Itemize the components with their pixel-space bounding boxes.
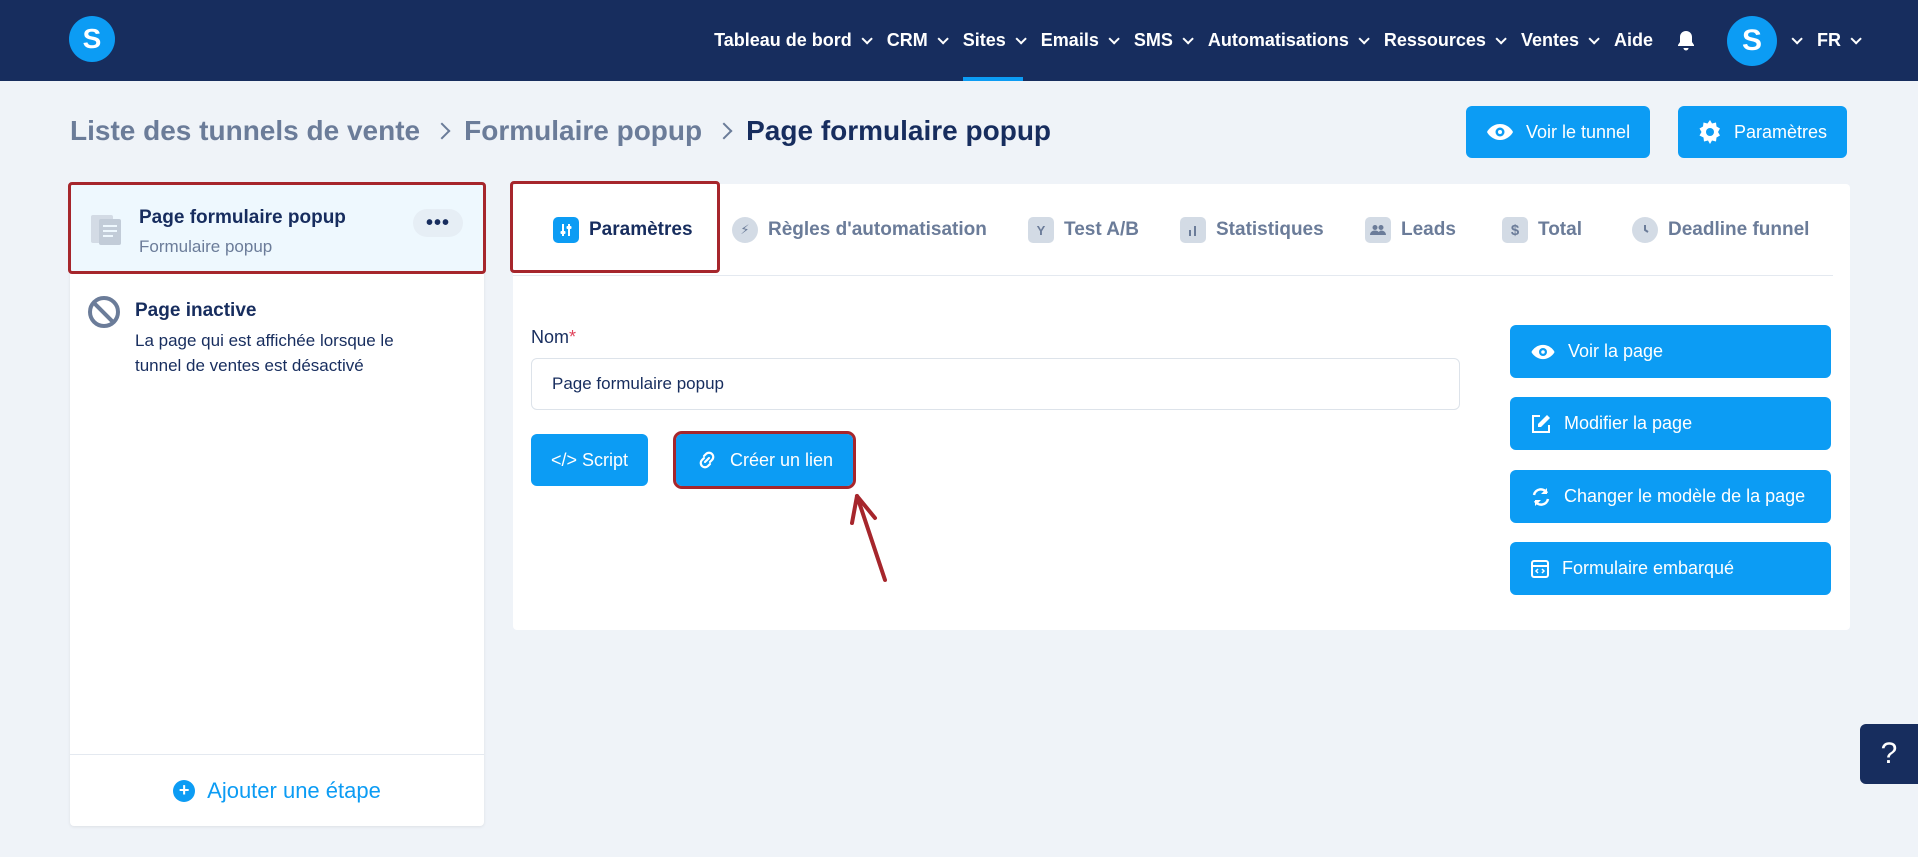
step-item-inactive[interactable]: Page inactive La page qui est affichée l…: [70, 296, 484, 396]
chevron-down-icon: [861, 32, 873, 45]
chevron-down-icon: [1358, 32, 1370, 45]
tab-leads[interactable]: Leads: [1365, 184, 1456, 276]
tab-bar: Paramètres ⚡ Règles d'automatisation Y T…: [510, 181, 1833, 276]
nav-menu: Tableau de bord CRM Sites Emails SMS Aut…: [696, 0, 1862, 81]
step-item-active[interactable]: Page formulaire popup Formulaire popup •…: [68, 182, 486, 274]
nav-item-help[interactable]: Aide: [1614, 0, 1653, 81]
edit-icon: [1532, 414, 1550, 433]
nav-item-sales[interactable]: Ventes: [1521, 0, 1600, 81]
name-input[interactable]: [531, 358, 1460, 410]
chevron-right-icon: [433, 122, 451, 140]
nav-item-sites[interactable]: Sites: [962, 0, 1027, 81]
chevron-down-icon: [1495, 32, 1507, 45]
refresh-icon: [1532, 487, 1550, 506]
funnel-steps-sidebar: Page formulaire popup Formulaire popup •…: [68, 182, 486, 826]
disabled-icon: [88, 296, 120, 328]
link-icon: [699, 451, 715, 469]
highlight-box: [510, 181, 720, 273]
code-window-icon: [1531, 559, 1549, 578]
bell-icon[interactable]: [1675, 30, 1697, 52]
dollar-icon: $: [1502, 217, 1528, 243]
tab-ab-test[interactable]: Y Test A/B: [1028, 184, 1139, 276]
page-icon: [91, 215, 121, 245]
breadcrumb: Liste des tunnels de vente Formulaire po…: [70, 115, 1051, 147]
add-step-button[interactable]: + Ajouter une étape: [70, 754, 484, 826]
step-title: Page formulaire popup: [139, 207, 346, 228]
chevron-down-icon: [1182, 32, 1194, 45]
edit-page-button[interactable]: Modifier la page: [1510, 397, 1831, 450]
step-settings-panel: Paramètres ⚡ Règles d'automatisation Y T…: [510, 181, 1850, 630]
nav-item-sms[interactable]: SMS: [1134, 0, 1194, 81]
chevron-down-icon: [1850, 32, 1862, 45]
bar-chart-icon: [1180, 217, 1206, 243]
tab-statistics[interactable]: Statistiques: [1180, 184, 1324, 276]
tab-automation-rules[interactable]: ⚡ Règles d'automatisation: [732, 184, 987, 276]
step-subtitle: Formulaire popup: [139, 237, 273, 256]
embedded-form-button[interactable]: Formulaire embarqué: [1510, 542, 1831, 595]
language-selector[interactable]: FR: [1817, 0, 1862, 81]
bolt-icon: ⚡: [732, 217, 758, 243]
eye-icon: [1531, 344, 1555, 359]
view-funnel-button[interactable]: Voir le tunnel: [1466, 106, 1651, 158]
clock-icon: [1632, 217, 1658, 243]
plus-circle-icon: +: [173, 779, 196, 802]
eye-icon: [1487, 124, 1513, 140]
split-icon: Y: [1028, 217, 1054, 243]
page-title: Page formulaire popup: [746, 115, 1052, 146]
tab-deadline-funnel[interactable]: Deadline funnel: [1632, 184, 1809, 276]
breadcrumb-funnel-list[interactable]: Liste des tunnels de vente: [70, 115, 420, 147]
chevron-down-icon: [1108, 32, 1120, 45]
step-title: Page inactive: [135, 300, 257, 321]
view-page-button[interactable]: Voir la page: [1510, 325, 1831, 378]
help-button[interactable]: ?: [1860, 724, 1918, 784]
users-icon: [1365, 217, 1391, 243]
logo[interactable]: S: [69, 16, 115, 62]
nav-item-emails[interactable]: Emails: [1041, 0, 1120, 81]
avatar[interactable]: S: [1727, 15, 1777, 66]
nav-item-automations[interactable]: Automatisations: [1208, 0, 1370, 81]
nav-item-dashboard[interactable]: Tableau de bord: [714, 0, 873, 81]
tab-total[interactable]: $ Total: [1502, 184, 1582, 276]
breadcrumb-funnel[interactable]: Formulaire popup: [464, 115, 702, 147]
more-options-button[interactable]: •••: [413, 209, 463, 237]
name-field-label: Nom*: [531, 327, 577, 347]
chevron-down-icon: [937, 32, 949, 45]
step-description: La page qui est affichée lorsque le tunn…: [135, 331, 394, 375]
funnel-settings-button[interactable]: Paramètres: [1678, 106, 1848, 158]
annotation-arrow: [850, 494, 887, 582]
change-template-button[interactable]: Changer le modèle de la page: [1510, 470, 1831, 523]
chevron-down-icon[interactable]: [1791, 32, 1803, 45]
script-button[interactable]: </> Script: [531, 434, 649, 486]
chevron-right-icon: [715, 122, 733, 140]
chevron-down-icon: [1588, 32, 1600, 45]
gear-icon: [1699, 120, 1720, 144]
nav-item-crm[interactable]: CRM: [887, 0, 949, 81]
top-navbar: S Tableau de bord CRM Sites Emails SMS A…: [0, 0, 1918, 81]
create-link-button[interactable]: Créer un lien: [672, 431, 857, 489]
chevron-down-icon: [1015, 32, 1027, 45]
nav-item-resources[interactable]: Ressources: [1384, 0, 1507, 81]
